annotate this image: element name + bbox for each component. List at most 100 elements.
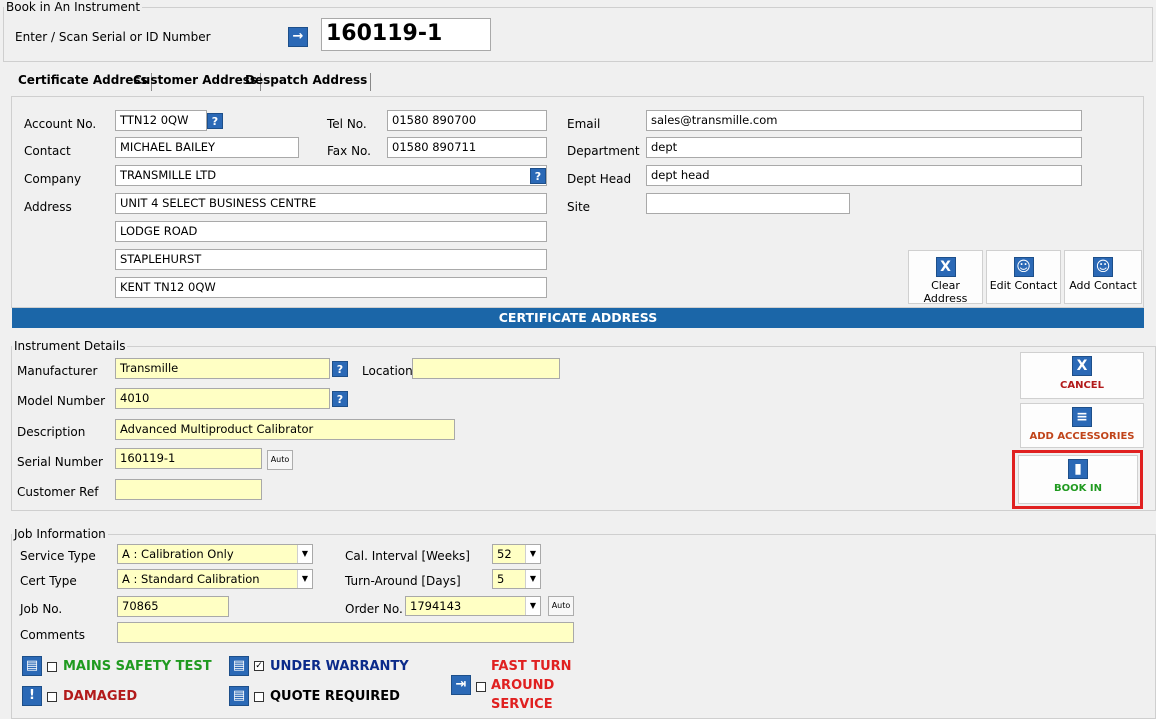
cert-type-select[interactable]: A : Standard Calibration ▼	[117, 569, 313, 589]
certificate-address-banner: CERTIFICATE ADDRESS	[12, 308, 1144, 328]
dept-head-label: Dept Head	[567, 172, 632, 186]
email-input[interactable]: sales@transmille.com	[646, 110, 1082, 131]
address-line-1[interactable]: UNIT 4 SELECT BUSINESS CENTRE	[115, 193, 547, 214]
book-in-legend: Book in An Instrument	[6, 0, 141, 14]
model-help-icon[interactable]: ?	[332, 391, 348, 407]
account-label: Account No.	[24, 117, 97, 131]
cal-interval-value: 52	[497, 547, 512, 561]
fast-turnaround-checkbox[interactable]	[476, 682, 486, 692]
address-line-2[interactable]: LODGE ROAD	[115, 221, 547, 242]
warranty-checkbox[interactable]: ✓	[254, 661, 264, 671]
service-type-select[interactable]: A : Calibration Only ▼	[117, 544, 313, 564]
address-line-3[interactable]: STAPLEHURST	[115, 249, 547, 270]
description-input[interactable]: Advanced Multiproduct Calibrator	[115, 419, 455, 440]
serial-label: Serial Number	[17, 455, 103, 469]
email-label: Email	[567, 117, 601, 131]
arrow-right-icon[interactable]: →	[288, 27, 308, 47]
fax-label: Fax No.	[327, 144, 371, 158]
add-contact-label: Add Contact	[1069, 279, 1137, 292]
person-icon: ☺	[1013, 257, 1034, 277]
mains-safety-icon: ▤	[22, 656, 42, 676]
company-help-icon[interactable]: ?	[530, 168, 546, 184]
cancel-label: CANCEL	[1060, 380, 1104, 391]
clear-icon: X	[935, 257, 956, 277]
comments-input[interactable]	[117, 622, 574, 643]
contact-input[interactable]: MICHAEL BAILEY	[115, 137, 299, 158]
book-in-icon: ▮	[1068, 459, 1088, 479]
department-label: Department	[567, 144, 640, 158]
cancel-button[interactable]: X CANCEL	[1020, 352, 1144, 399]
cal-interval-select[interactable]: 52 ▼	[492, 544, 541, 564]
department-input[interactable]: dept	[646, 137, 1082, 158]
address-line-4[interactable]: KENT TN12 0QW	[115, 277, 547, 298]
quote-icon: ▤	[229, 686, 249, 706]
quote-label: QUOTE REQUIRED	[270, 689, 400, 704]
clear-address-label: Clear Address	[923, 279, 968, 305]
manufacturer-input[interactable]: Transmille	[115, 358, 330, 379]
dept-head-input[interactable]: dept head	[646, 165, 1082, 186]
serial-scan-input[interactable]: 160119-1	[321, 18, 491, 51]
edit-contact-button[interactable]: ☺ Edit Contact	[986, 250, 1061, 304]
order-no-value: 1794143	[410, 599, 462, 613]
customer-ref-input[interactable]	[115, 479, 262, 500]
chevron-down-icon: ▼	[297, 545, 312, 563]
site-label: Site	[567, 200, 591, 214]
clear-address-button[interactable]: X Clear Address	[908, 250, 983, 305]
location-input[interactable]	[412, 358, 560, 379]
job-no-label: Job No.	[20, 602, 63, 616]
model-label: Model Number	[17, 394, 106, 408]
edit-contact-label: Edit Contact	[989, 279, 1058, 292]
fast-turnaround-label-1: FAST TURN	[491, 659, 572, 674]
book-in-label: BOOK IN	[1054, 483, 1102, 494]
manufacturer-help-icon[interactable]: ?	[332, 361, 348, 377]
book-in-button[interactable]: ▮ BOOK IN	[1018, 455, 1138, 504]
tab-despatch-address[interactable]: Despatch Address	[242, 73, 372, 91]
cert-type-value: A : Standard Calibration	[122, 572, 260, 586]
cancel-icon: X	[1072, 356, 1092, 376]
serial-auto-button[interactable]: Auto	[267, 450, 293, 470]
warranty-icon: ▤	[229, 656, 249, 676]
add-contact-button[interactable]: ☺ Add Contact	[1064, 250, 1142, 304]
order-auto-button[interactable]: Auto	[548, 596, 574, 616]
damaged-icon: !	[22, 686, 42, 706]
warranty-label: UNDER WARRANTY	[270, 659, 409, 674]
chevron-down-icon: ▼	[525, 597, 540, 615]
add-accessories-button[interactable]: ≡ ADD ACCESSORIES	[1020, 403, 1144, 448]
manufacturer-label: Manufacturer	[17, 364, 98, 378]
tel-label: Tel No.	[327, 117, 367, 131]
chevron-down-icon: ▼	[525, 545, 540, 563]
service-type-label: Service Type	[20, 549, 96, 563]
description-label: Description	[17, 425, 86, 439]
turn-around-select[interactable]: 5 ▼	[492, 569, 541, 589]
quote-checkbox[interactable]	[254, 692, 264, 702]
add-accessories-label: ADD ACCESSORIES	[1029, 431, 1135, 442]
serial-input[interactable]: 160119-1	[115, 448, 262, 469]
address-label: Address	[24, 200, 72, 214]
cal-interval-label: Cal. Interval [Weeks]	[345, 549, 470, 563]
add-person-icon: ☺	[1093, 257, 1113, 277]
contact-label: Contact	[24, 144, 71, 158]
scan-label: Enter / Scan Serial or ID Number	[15, 30, 211, 44]
turn-around-value: 5	[497, 572, 505, 586]
damaged-label: DAMAGED	[63, 689, 138, 704]
mains-safety-label: MAINS SAFETY TEST	[63, 659, 212, 674]
account-help-icon[interactable]: ?	[207, 113, 223, 129]
cert-type-label: Cert Type	[20, 574, 77, 588]
mains-safety-checkbox[interactable]	[47, 662, 57, 672]
model-input[interactable]: 4010	[115, 388, 330, 409]
site-input[interactable]	[646, 193, 850, 214]
order-no-select[interactable]: 1794143 ▼	[405, 596, 541, 616]
account-input[interactable]: TTN12 0QW	[115, 110, 207, 131]
customer-ref-label: Customer Ref	[17, 485, 99, 499]
accessories-icon: ≡	[1072, 407, 1092, 427]
job-no-input[interactable]: 70865	[117, 596, 229, 617]
company-input[interactable]: TRANSMILLE LTD	[115, 165, 547, 186]
comments-label: Comments	[20, 628, 86, 642]
damaged-checkbox[interactable]	[47, 692, 57, 702]
location-label: Location	[362, 364, 413, 378]
chevron-down-icon: ▼	[297, 570, 312, 588]
tel-input[interactable]: 01580 890700	[387, 110, 547, 131]
fax-input[interactable]: 01580 890711	[387, 137, 547, 158]
fast-turnaround-label-3: SERVICE	[491, 697, 553, 712]
chevron-down-icon: ▼	[525, 570, 540, 588]
